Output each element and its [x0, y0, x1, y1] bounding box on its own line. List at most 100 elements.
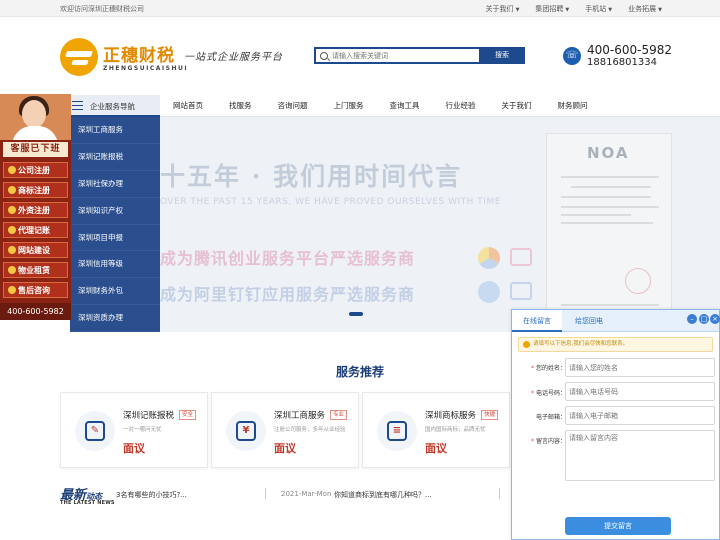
message-label: * 留言内容： — [530, 438, 566, 445]
sidemenu-item-ip[interactable]: 深圳知识产权 — [70, 198, 160, 225]
category-nav-label: 企业服务导航 — [90, 102, 135, 111]
search-input[interactable] — [332, 50, 492, 62]
search-button[interactable]: 搜索 — [479, 47, 525, 64]
logo-icon[interactable] — [60, 38, 98, 76]
cs-button-company-register[interactable]: 公司注册 — [3, 162, 68, 178]
carousel-indicator[interactable] — [349, 312, 363, 316]
message-field[interactable] — [565, 430, 715, 481]
cs-button-website[interactable]: 网站建设 — [3, 242, 68, 258]
logo-text[interactable]: 正穗财税 — [103, 41, 175, 66]
maximize-icon[interactable]: □ — [699, 314, 709, 324]
sidemenu-item-credit[interactable]: 深圳信用等级 — [70, 251, 160, 279]
cs-button-aftersales[interactable]: 售后咨询 — [3, 282, 68, 298]
nav-home[interactable]: 网站首页 — [160, 95, 216, 117]
seal-icon — [625, 268, 651, 294]
service-card-name: 深圳商标服务 — [425, 411, 477, 421]
service-card-price: 面议 — [274, 442, 296, 455]
nav-consult[interactable]: 咨询问题 — [265, 95, 321, 117]
sidemenu-item-social-security[interactable]: 深圳社保办理 — [70, 171, 160, 198]
search-box: 搜索 — [314, 47, 525, 64]
news-logo-english: THE LATEST NEWS — [60, 500, 115, 506]
checkbox-icon — [510, 282, 532, 300]
nav-onsite[interactable]: 上门服务 — [321, 95, 377, 117]
qq-icon — [8, 286, 16, 294]
cs-button-foreign[interactable]: 外资注册 — [3, 202, 68, 218]
service-card-price: 面议 — [123, 442, 145, 455]
top-link-mobile[interactable]: 手机站 ▼ — [585, 4, 612, 14]
service-card-desc: 注册公司服务，多年从业经验 — [274, 427, 346, 433]
yuan-icon: ¥ — [226, 411, 266, 451]
document-icon: ≡ — [377, 411, 417, 451]
chevron-down-icon: ▼ — [608, 7, 613, 13]
service-card-trademark[interactable]: ≡ 深圳商标服务 快捷 国内国际商标，品牌无忧 面议 — [362, 392, 510, 468]
service-buttons: 公司注册 商标注册 外资注册 代理记账 网站建设 物业租赁 售后咨询 — [3, 162, 68, 302]
form-notice: 请填写以下信息,我们会尽快和您联系。 — [518, 337, 713, 352]
search-icon — [320, 52, 328, 60]
chevron-down-icon: ▼ — [565, 7, 570, 13]
chevron-down-icon: ▼ — [658, 7, 662, 13]
nav-advisor[interactable]: 财务顾问 — [545, 95, 601, 117]
customer-service-float: 客服已下班 公司注册 商标注册 外资注册 代理记账 网站建设 物业租赁 售后咨询… — [0, 94, 71, 320]
name-field[interactable] — [565, 358, 715, 377]
certificate-title: NOA — [587, 144, 630, 162]
service-card-desc: 一对一哪问无忧 — [123, 427, 162, 433]
hero-banner[interactable]: 十五年 · 我们用时间代言 OVER THE PAST 15 YEARS, WE… — [160, 117, 720, 332]
services-title: 服务推荐 — [335, 365, 384, 379]
dingtalk-logo-icon — [478, 281, 500, 303]
nav-experience[interactable]: 行业经验 — [433, 95, 489, 117]
service-card-name: 深圳记账报税 — [123, 411, 175, 421]
top-link-business[interactable]: 业务拓展 ▼ — [628, 4, 662, 14]
email-field[interactable] — [565, 406, 715, 425]
name-label: * 您的姓名： — [530, 365, 566, 372]
tab-callback[interactable]: 给您回电 — [564, 310, 614, 332]
cs-button-property[interactable]: 物业租赁 — [3, 262, 68, 278]
news-section-logo: 最新动态 THE LATEST NEWS — [60, 484, 115, 506]
service-card-tag: 专业 — [330, 410, 348, 420]
category-sidemenu: 深圳工商服务 深圳记账报税 深圳社保办理 深圳知识产权 深圳项目申报 深圳信用等… — [70, 117, 160, 333]
news-item[interactable]: 3名有哪些的小技巧?... — [116, 490, 187, 500]
cs-button-bookkeeping[interactable]: 代理记账 — [3, 222, 68, 238]
top-link-jobs[interactable]: 集团招聘 ▼ — [535, 4, 569, 14]
message-panel-header: 在线留言 给您回电 – □ × — [512, 310, 720, 332]
sidemenu-item-outsourcing[interactable]: 深圳财务外包 — [70, 278, 160, 306]
submit-message-button[interactable]: 提交留言 — [565, 517, 671, 535]
qq-icon — [8, 226, 16, 234]
service-card-business[interactable]: ¥ 深圳工商服务 专业 注册公司服务，多年从业经验 面议 — [211, 392, 359, 468]
news-item[interactable]: 你知道商标到底有哪几种吗？... — [334, 490, 432, 500]
news-date: 2021-Mar-Mon — [281, 490, 332, 498]
nav-items: 网站首页 找服务 咨询问题 上门服务 查询工具 行业经验 关于我们 财务顾问 — [160, 95, 601, 117]
service-card-bookkeeping[interactable]: ✎ 深圳记账报税 安全 一对一哪问无忧 面议 — [60, 392, 208, 468]
top-bar: 欢迎访问深圳正穗财税公司 关于我们 ▼ 集团招聘 ▼ 手机站 ▼ 业务拓展 ▼ — [0, 0, 720, 17]
banner-headline: 十五年 · 我们用时间代言 — [160, 162, 463, 191]
agent-avatar — [0, 94, 71, 140]
sidemenu-item-qualification[interactable]: 深圳资质办理 — [70, 305, 160, 333]
sidemenu-item-projects[interactable]: 深圳项目申报 — [70, 225, 160, 252]
service-card-price: 面议 — [425, 442, 447, 455]
phone-field[interactable] — [565, 382, 715, 401]
certificate-image: NOA — [546, 133, 672, 328]
qq-icon — [8, 206, 16, 214]
nav-tools[interactable]: 查询工具 — [377, 95, 433, 117]
banner-line-tencent: 成为腾讯创业服务平台严选服务商 — [160, 249, 416, 268]
qq-icon — [8, 266, 16, 274]
service-card-tag: 安全 — [179, 410, 197, 420]
mobile-number: 18816801334 — [587, 57, 657, 68]
sidemenu-item-business[interactable]: 深圳工商服务 — [70, 117, 160, 144]
hotline-number: 400-600-5982 — [587, 43, 673, 57]
qq-icon — [8, 246, 16, 254]
slogan: 一站式企业服务平台 — [184, 52, 283, 63]
cs-button-trademark[interactable]: 商标注册 — [3, 182, 68, 198]
tab-online-message[interactable]: 在线留言 — [512, 310, 562, 332]
top-links: 关于我们 ▼ 集团招聘 ▼ 手机站 ▼ 业务拓展 ▼ — [486, 4, 662, 14]
nav-find-service[interactable]: 找服务 — [216, 95, 265, 117]
checkbox-icon — [510, 248, 532, 266]
banner-line-dingtalk: 成为阿里钉钉应用服务严选服务商 — [160, 285, 416, 304]
welcome-text: 欢迎访问深圳正穗财税公司 — [60, 5, 144, 13]
close-icon[interactable]: × — [710, 314, 720, 324]
qq-icon — [8, 186, 16, 194]
category-nav-toggle[interactable]: 企业服务导航 — [70, 95, 160, 117]
sidemenu-item-bookkeeping[interactable]: 深圳记账报税 — [70, 144, 160, 171]
minimize-icon[interactable]: – — [687, 314, 697, 324]
nav-about[interactable]: 关于我们 — [489, 95, 545, 117]
top-link-about[interactable]: 关于我们 ▼ — [486, 4, 520, 14]
